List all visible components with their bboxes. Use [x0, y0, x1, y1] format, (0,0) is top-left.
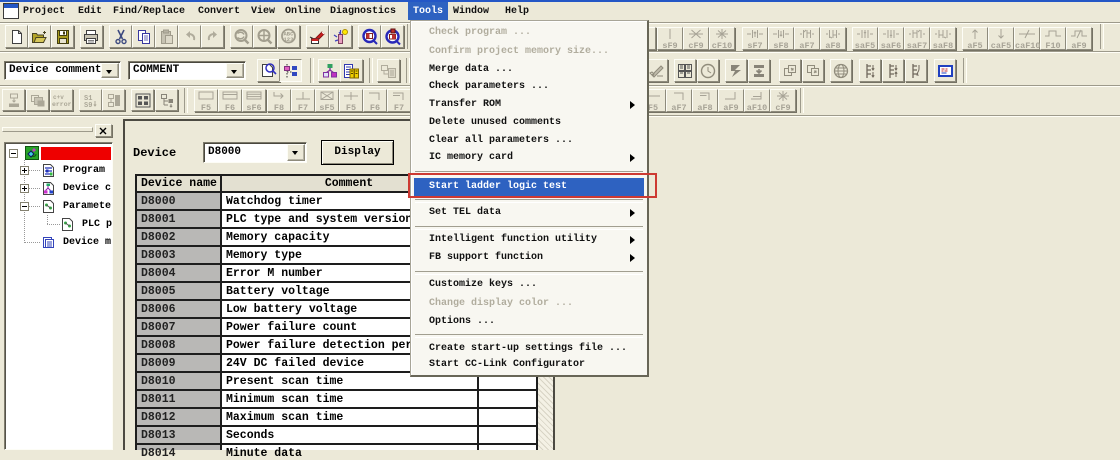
svg-text:123: 123: [283, 36, 294, 43]
svg-text:error: error: [52, 101, 71, 108]
svg-text:S9: S9: [84, 102, 92, 108]
svg-text:c+v: c+v: [53, 94, 64, 101]
